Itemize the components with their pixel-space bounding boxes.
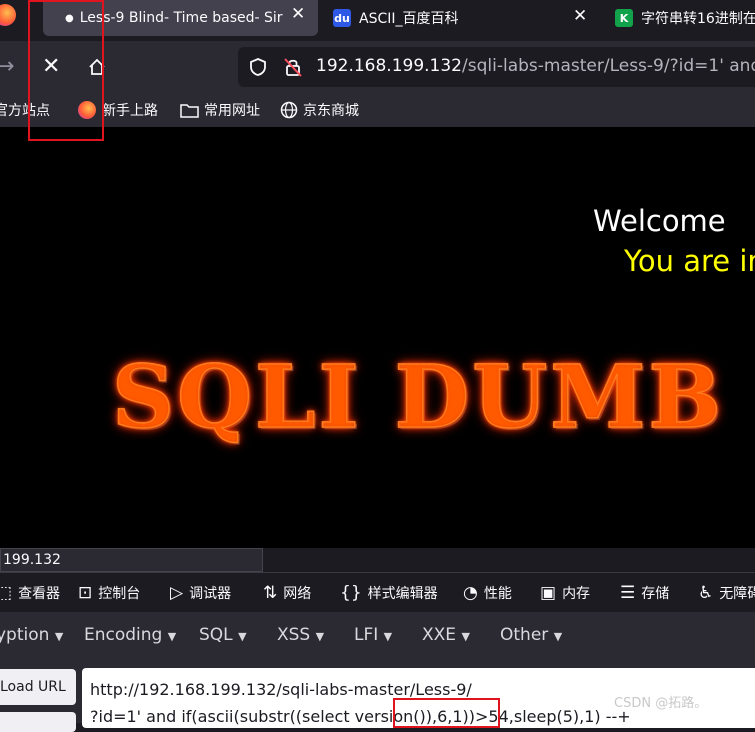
dropdown-arrow-icon: ▼ xyxy=(54,630,64,643)
dropdown-arrow-icon: ▼ xyxy=(167,630,177,643)
url-text: 192.168.199.132/sqli-labs-master/Less-9/… xyxy=(316,56,755,76)
globe-icon xyxy=(280,101,298,119)
tab-label: 无障碍 xyxy=(719,586,755,602)
tab-title: Less-9 Blind- Time based- Sir xyxy=(79,10,283,26)
network-icon: ⇅ xyxy=(263,583,278,603)
you-are-in-text: You are in xyxy=(624,244,755,278)
tab-label: 查看器 xyxy=(18,586,61,602)
close-tab-icon[interactable]: ✕ xyxy=(291,4,305,24)
bookmark-label: 新手上路 xyxy=(102,103,158,119)
split-url-button[interactable] xyxy=(0,712,76,732)
menu-label: SQL xyxy=(199,625,233,645)
performance-icon: ◔ xyxy=(463,583,478,603)
menu-label: Encoding xyxy=(84,625,163,645)
storage-icon: ☰ xyxy=(620,583,636,603)
highlight-condition xyxy=(393,698,500,728)
tab-hex[interactable]: K 字符串转16进制在 xyxy=(615,2,755,34)
menu-label: XXE xyxy=(422,625,457,645)
highlight-stop-button xyxy=(28,0,104,141)
tab-label: 性能 xyxy=(483,586,512,602)
dropdown-arrow-icon: ▼ xyxy=(553,630,563,643)
menu-label: yption xyxy=(0,625,50,645)
bookmark-common-sites[interactable]: 常用网址 xyxy=(180,100,260,120)
sqli-dumb-logo: SQLI DUMB xyxy=(111,346,725,449)
tab-title: 字符串转16进制在 xyxy=(641,11,755,27)
url-host: 192.168.199.132 xyxy=(316,56,463,76)
devtools-tab-console[interactable]: ⊡ 控制台 xyxy=(78,583,140,603)
style-editor-icon: {} xyxy=(340,583,362,603)
devtools-tab-debugger[interactable]: ▷ 调试器 xyxy=(170,583,231,603)
baidu-favicon-icon: du xyxy=(333,9,351,27)
menu-label: XSS xyxy=(277,625,311,645)
bookmark-label: 京东商城 xyxy=(303,103,359,119)
debugger-icon: ▷ xyxy=(170,583,184,603)
menu-other[interactable]: Other ▼ xyxy=(500,625,562,645)
tab-label: 样式编辑器 xyxy=(367,586,438,602)
dropdown-arrow-icon: ▼ xyxy=(238,630,247,643)
memory-icon: ▣ xyxy=(540,583,557,603)
page-content: Welcome You are in SQLI DUMB xyxy=(0,127,755,548)
status-url: 199.132 xyxy=(0,548,263,572)
devtools-tab-inspector[interactable]: ⬚ 查看器 xyxy=(0,583,60,603)
devtools-tab-memory[interactable]: ▣ 内存 xyxy=(540,583,590,603)
firefox-logo-icon[interactable] xyxy=(0,4,16,26)
url-bar[interactable]: 192.168.199.132/sqli-labs-master/Less-9/… xyxy=(238,47,755,87)
shield-icon[interactable] xyxy=(248,57,268,77)
bookmark-label: 常用网址 xyxy=(204,103,260,119)
dropdown-arrow-icon: ▼ xyxy=(461,630,470,643)
k-favicon-icon: K xyxy=(615,9,633,27)
devtools-tab-network[interactable]: ⇅ 网络 xyxy=(263,583,311,603)
url-path: /sqli-labs-master/Less-9/?id=1' and if( xyxy=(462,56,755,76)
menu-label: LFI xyxy=(354,625,379,645)
hackbar-menu: yption ▼ Encoding ▼ SQL ▼ XSS ▼ LFI ▼ XX… xyxy=(0,612,755,660)
devtools-tab-storage[interactable]: ☰ 存储 xyxy=(620,583,669,603)
menu-xxe[interactable]: XXE ▼ xyxy=(422,625,470,645)
menu-encoding[interactable]: Encoding ▼ xyxy=(84,625,176,645)
tab-label: 网络 xyxy=(283,586,312,602)
load-url-button[interactable]: Load URL xyxy=(0,669,76,705)
menu-lfi[interactable]: LFI ▼ xyxy=(354,625,392,645)
bookmarks-toolbar: 官方站点 新手上路 常用网址 京东商城 xyxy=(0,93,755,127)
folder-icon xyxy=(180,104,199,118)
menu-xss[interactable]: XSS ▼ xyxy=(277,625,324,645)
tab-ascii[interactable]: du ASCII_百度百科 ✕ xyxy=(333,2,603,34)
devtools-tab-performance[interactable]: ◔ 性能 xyxy=(463,583,512,603)
devtools-toolbar: ⬚ 查看器 ⊡ 控制台 ▷ 调试器 ⇅ 网络 {} 样式编辑器 ◔ 性能 ▣ 内存 ☰ 存储 ♿… xyxy=(0,572,755,613)
tab-label: 内存 xyxy=(562,586,591,602)
dropdown-arrow-icon: ▼ xyxy=(315,630,325,643)
console-icon: ⊡ xyxy=(78,583,93,603)
dropdown-arrow-icon: ▼ xyxy=(383,630,393,643)
devtools-tab-accessibility[interactable]: ♿ 无障碍 xyxy=(698,583,755,603)
menu-encryption[interactable]: yption ▼ xyxy=(0,625,63,645)
tab-label: 调试器 xyxy=(189,586,232,602)
insecure-lock-icon[interactable] xyxy=(282,56,304,78)
close-tab-icon[interactable]: ✕ xyxy=(573,6,587,26)
tab-strip: ● Less-9 Blind- Time based- Sir ✕ du ASC… xyxy=(0,0,755,41)
tab-title: ASCII_百度百科 xyxy=(359,11,459,27)
csdn-watermark: CSDN @拓路。 xyxy=(614,696,708,711)
devtools-tab-style-editor[interactable]: {} 样式编辑器 xyxy=(340,583,438,603)
tab-label: 存储 xyxy=(641,586,670,602)
bookmark-jd[interactable]: 京东商城 xyxy=(280,100,359,120)
menu-label: Other xyxy=(500,625,549,645)
accessibility-icon: ♿ xyxy=(698,583,714,603)
menu-sql[interactable]: SQL ▼ xyxy=(199,625,247,645)
welcome-text: Welcome xyxy=(593,204,726,238)
tab-label: 控制台 xyxy=(98,586,141,602)
inspector-icon: ⬚ xyxy=(0,583,13,603)
forward-arrow-icon[interactable]: → xyxy=(0,56,14,78)
